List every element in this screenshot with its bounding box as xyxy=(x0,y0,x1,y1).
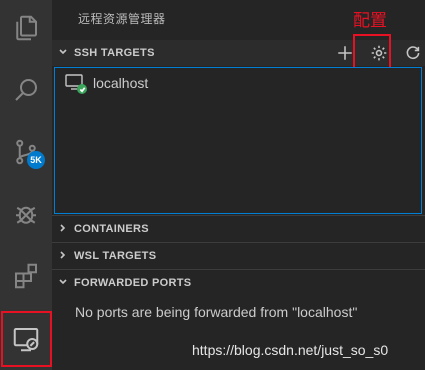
remote-host-icon xyxy=(65,74,87,94)
search-icon[interactable] xyxy=(0,66,52,114)
chevron-down-icon xyxy=(52,277,74,290)
plus-icon xyxy=(338,46,352,60)
source-control-icon[interactable] xyxy=(0,128,52,176)
refresh-button[interactable] xyxy=(401,41,425,65)
section-forwarded-ports[interactable]: FORWARDED PORTS xyxy=(52,269,425,296)
activity-bar: 5K xyxy=(0,0,52,370)
section-wsl-targets-label: WSL TARGETS xyxy=(74,250,157,262)
sidebar-title: 远程资源管理器 xyxy=(78,12,166,26)
source-control-badge: 5K xyxy=(27,151,45,169)
chevron-right-icon xyxy=(52,223,74,236)
section-wsl-targets[interactable]: WSL TARGETS xyxy=(52,242,425,269)
forwarded-ports-empty-message: No ports are being forwarded from "local… xyxy=(75,304,358,320)
watermark-url: https://blog.csdn.net/just_so_s0 xyxy=(192,342,389,358)
extensions-icon[interactable] xyxy=(0,252,52,300)
refresh-icon xyxy=(406,46,420,60)
debug-icon[interactable] xyxy=(0,190,52,238)
files-icon[interactable] xyxy=(0,4,52,52)
connected-check-icon xyxy=(77,84,87,94)
remote-explorer-icon[interactable] xyxy=(0,315,52,363)
annotation-label: 配置 xyxy=(353,11,387,31)
section-forwarded-ports-label: FORWARDED PORTS xyxy=(74,277,192,289)
section-ssh-targets-label: SSH TARGETS xyxy=(74,47,155,59)
section-containers[interactable]: CONTAINERS xyxy=(52,215,425,242)
remote-explorer-sidebar: 远程资源管理器 配置 SSH TARGETS localhost CONTAIN… xyxy=(52,0,425,370)
ssh-host-label: localhost xyxy=(93,75,149,91)
ssh-host-item[interactable]: localhost xyxy=(65,72,148,94)
ssh-targets-tree: localhost xyxy=(54,67,422,214)
chevron-right-icon xyxy=(52,250,74,263)
chevron-down-icon xyxy=(52,47,74,60)
section-containers-label: CONTAINERS xyxy=(74,223,149,235)
